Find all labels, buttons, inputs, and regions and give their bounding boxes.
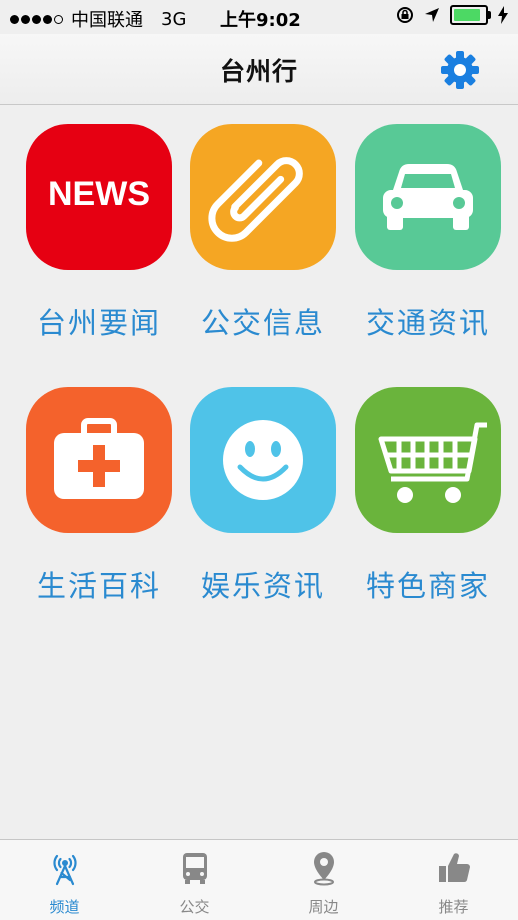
tile-label-taizhou-news[interactable]: 台州要闻 — [17, 300, 181, 342]
tab-label-channel: 频道 — [49, 898, 80, 916]
tile-entertainment-news[interactable] — [190, 387, 336, 533]
status-time: 上午9:02 — [220, 10, 301, 31]
tab-label-bus: 公交 — [179, 898, 210, 916]
status-left: 中国联通 3G — [10, 6, 186, 32]
broadcast-tower-icon — [53, 854, 77, 886]
tile-label-traffic-news[interactable]: 交通资讯 — [346, 300, 510, 342]
tile-taizhou-news[interactable]: NEWS — [26, 124, 172, 270]
tab-label-nearby: 周边 — [308, 898, 339, 916]
smiley-face-icon — [223, 420, 303, 500]
paperclip-icon — [208, 157, 303, 242]
signal-strength-icon — [10, 14, 63, 24]
tile-bus-info[interactable] — [190, 124, 336, 270]
first-aid-kit-icon — [54, 418, 144, 499]
navigation-bar: 台州行 — [0, 34, 518, 105]
tab-nearby[interactable]: 周边 — [259, 840, 388, 920]
thumbs-up-icon — [439, 853, 470, 883]
car-icon — [383, 164, 473, 230]
tab-bar: 频道 公交 周边 推荐 — [0, 839, 518, 920]
tile-traffic-news[interactable] — [355, 124, 501, 270]
network-type: 3G — [161, 8, 187, 30]
tile-label-bus-info[interactable]: 公交信息 — [181, 300, 345, 342]
tile-label-featured-merchants[interactable]: 特色商家 — [346, 563, 510, 605]
rotation-lock-icon — [397, 7, 413, 23]
news-icon: NEWS — [48, 175, 150, 213]
tab-channel[interactable]: 频道 — [0, 840, 129, 920]
tile-label-life-encyclopedia[interactable]: 生活百科 — [17, 563, 181, 605]
settings-button[interactable] — [438, 48, 482, 92]
battery-icon — [450, 5, 491, 25]
gear-icon — [441, 51, 479, 89]
tile-life-encyclopedia[interactable] — [26, 387, 172, 533]
tile-label-entertainment-news[interactable]: 娱乐资讯 — [181, 563, 345, 605]
location-arrow-icon — [425, 8, 439, 22]
carrier-name: 中国联通 — [71, 10, 143, 31]
shopping-cart-icon — [378, 422, 487, 503]
charging-bolt-icon — [498, 6, 508, 24]
tab-bus[interactable]: 公交 — [130, 840, 259, 920]
bus-icon — [183, 853, 207, 884]
tab-recommend[interactable]: 推荐 — [389, 840, 518, 920]
tab-label-recommend: 推荐 — [438, 898, 469, 916]
map-pin-icon — [314, 852, 334, 886]
tile-featured-merchants[interactable] — [355, 387, 501, 533]
status-right — [396, 5, 508, 25]
status-bar: 中国联通 3G 上午9:02 — [0, 0, 518, 34]
